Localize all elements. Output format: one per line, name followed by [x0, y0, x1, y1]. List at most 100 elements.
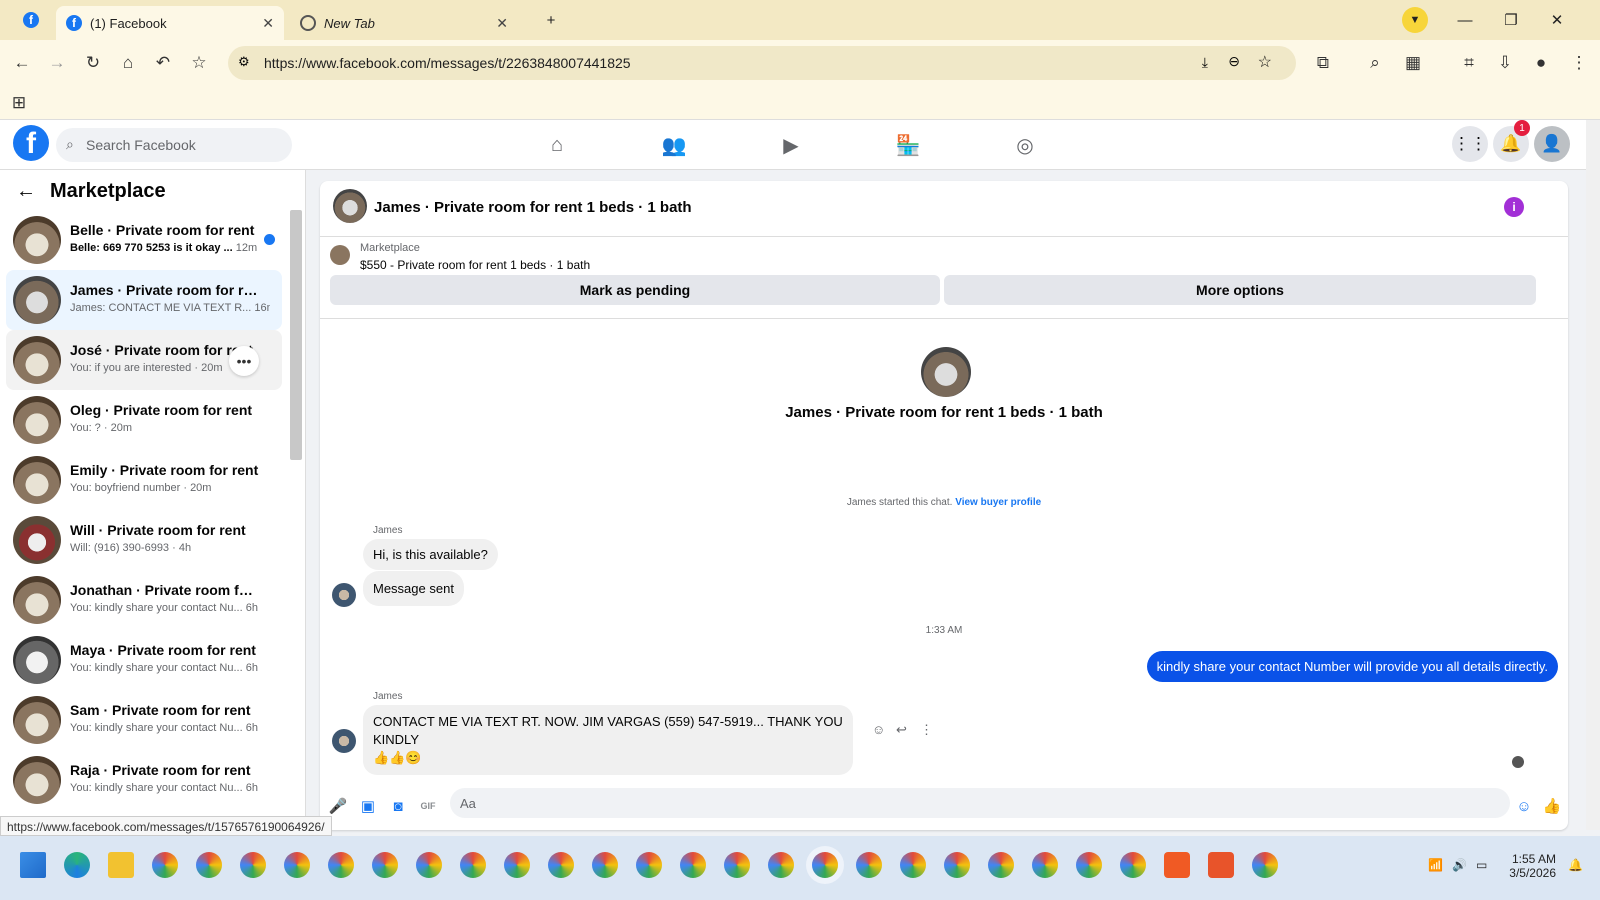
- menu-dots-icon[interactable]: ⋮: [1566, 50, 1592, 76]
- address-bar[interactable]: ⚙ https://www.facebook.com/messages/t/22…: [228, 46, 1296, 80]
- crop-icon[interactable]: ⌗: [1456, 50, 1482, 76]
- minimize-button[interactable]: —: [1442, 0, 1488, 40]
- conversation-item[interactable]: José · Private room for rent You: if you…: [6, 330, 282, 390]
- back-arrow-icon[interactable]: ←: [16, 180, 36, 203]
- tab-search-icon[interactable]: f: [8, 0, 54, 40]
- message-bubble[interactable]: CONTACT ME VIA TEXT RT. NOW. JIM VARGAS …: [363, 705, 853, 775]
- close-tab-icon[interactable]: ✕: [262, 15, 274, 32]
- chrome-icon[interactable]: [504, 852, 530, 878]
- windows-start-icon[interactable]: [20, 852, 46, 878]
- search-input[interactable]: ⌕ Search Facebook: [56, 128, 292, 162]
- search-icon[interactable]: ⌕: [1362, 50, 1388, 76]
- battery-icon[interactable]: ▭: [1476, 858, 1487, 872]
- outgoing-message-bubble[interactable]: kindly share your contact Number will pr…: [1146, 651, 1558, 682]
- home-icon[interactable]: ⌂: [115, 50, 141, 76]
- conversation-item[interactable]: Oleg · Private room for rent You: ? · 20…: [6, 390, 282, 450]
- home-nav-icon[interactable]: ⌂: [543, 131, 571, 159]
- chrome-icon[interactable]: [152, 852, 178, 878]
- view-buyer-profile-link[interactable]: View buyer profile: [955, 497, 1041, 508]
- undo-icon[interactable]: ↶: [150, 50, 176, 76]
- reload-icon[interactable]: ↻: [80, 50, 106, 76]
- profile-icon[interactable]: ●: [1528, 50, 1554, 76]
- back-icon[interactable]: ←: [9, 50, 35, 76]
- qr-code-icon[interactable]: ▦: [1400, 50, 1426, 76]
- site-settings-icon[interactable]: ⚙: [238, 54, 250, 70]
- more-options-button[interactable]: More options: [944, 275, 1536, 305]
- chrome-icon[interactable]: [416, 852, 442, 878]
- chrome-icon[interactable]: [636, 852, 662, 878]
- friends-nav-icon[interactable]: 👥: [660, 131, 688, 159]
- account-avatar[interactable]: 👤: [1534, 126, 1570, 162]
- sidebar-scrollbar[interactable]: [290, 210, 302, 460]
- info-icon[interactable]: i: [1504, 197, 1524, 217]
- volume-icon[interactable]: 🔊: [1452, 858, 1467, 872]
- chrome-icon[interactable]: [768, 852, 794, 878]
- chrome-icon[interactable]: [988, 852, 1014, 878]
- avatar[interactable]: [333, 189, 367, 223]
- chrome-icon[interactable]: [724, 852, 750, 878]
- chrome-icon[interactable]: [1120, 852, 1146, 878]
- chrome-icon[interactable]: [372, 852, 398, 878]
- mark-as-pending-button[interactable]: Mark as pending: [330, 275, 940, 305]
- chrome-icon[interactable]: [548, 852, 574, 878]
- install-app-icon[interactable]: ⤓: [1202, 54, 1208, 71]
- conversation-item[interactable]: Raja · Private room for rent You: kindly…: [6, 750, 282, 810]
- conversation-item-selected[interactable]: James · Private room for rent 1 ... Jame…: [6, 270, 282, 330]
- close-window-button[interactable]: ✕: [1534, 0, 1580, 40]
- chrome-icon[interactable]: [1076, 852, 1102, 878]
- chrome-icon[interactable]: [328, 852, 354, 878]
- more-options-dots-icon[interactable]: •••: [229, 346, 259, 376]
- listing-price[interactable]: $550 - Private room for rent 1 beds · 1 …: [360, 258, 590, 272]
- sticker-icon[interactable]: ◙: [388, 796, 408, 816]
- close-tab-icon[interactable]: ✕: [496, 15, 508, 32]
- conversation-item[interactable]: Maya · Private room for rent You: kindly…: [6, 630, 282, 690]
- bookmark-star-icon[interactable]: ☆: [186, 50, 212, 76]
- wifi-icon[interactable]: 📶: [1428, 858, 1443, 872]
- message-bubble[interactable]: Message sent: [363, 571, 464, 606]
- chrome-icon-active[interactable]: [812, 852, 838, 878]
- menu-grid-icon[interactable]: ⋮⋮: [1452, 126, 1488, 162]
- chrome-icon[interactable]: [944, 852, 970, 878]
- conversation-item[interactable]: Emily · Private room for rent You: boyfr…: [6, 450, 282, 510]
- chrome-icon[interactable]: [284, 852, 310, 878]
- new-tab-button[interactable]: +: [528, 0, 574, 40]
- chrome-icon[interactable]: [856, 852, 882, 878]
- chrome-icon[interactable]: [592, 852, 618, 878]
- notification-bell-icon[interactable]: 🔔: [1568, 858, 1583, 872]
- thumbs-up-icon[interactable]: 👍: [1542, 796, 1562, 816]
- tab-facebook[interactable]: f (1) Facebook ✕: [56, 6, 284, 40]
- chat-title[interactable]: James · Private room for rent 1 beds · 1…: [374, 199, 692, 216]
- file-explorer-icon[interactable]: [108, 852, 134, 878]
- conversation-item[interactable]: Belle · Private room for rent Belle: 669…: [6, 210, 282, 270]
- tab-new-tab[interactable]: New Tab ✕: [290, 6, 518, 40]
- extensions-icon[interactable]: ⧉: [1310, 50, 1336, 76]
- groups-nav-icon[interactable]: ◎: [1011, 131, 1039, 159]
- more-vertical-icon[interactable]: ⋮: [920, 722, 933, 738]
- message-input[interactable]: Aa: [450, 788, 1510, 818]
- conversation-item[interactable]: Jonathan · Private room for rent You: ki…: [6, 570, 282, 630]
- apps-grid-icon[interactable]: ⊞: [6, 90, 32, 116]
- gif-icon[interactable]: GIF: [418, 796, 438, 816]
- message-bubble[interactable]: Hi, is this available?: [363, 539, 498, 570]
- video-nav-icon[interactable]: ▶: [777, 131, 805, 159]
- reply-icon[interactable]: ↩: [896, 722, 907, 738]
- react-emoji-icon[interactable]: ☺: [872, 722, 885, 737]
- photo-icon[interactable]: ▣: [358, 796, 378, 816]
- chrome-icon[interactable]: [1032, 852, 1058, 878]
- restore-button[interactable]: ❐: [1488, 0, 1534, 40]
- system-clock[interactable]: 1:55 AM 3/5/2026: [1498, 852, 1556, 880]
- chrome-icon[interactable]: [460, 852, 486, 878]
- conversation-item[interactable]: Sam · Private room for rent You: kindly …: [6, 690, 282, 750]
- chrome-icon[interactable]: [1252, 852, 1278, 878]
- chrome-icon[interactable]: [196, 852, 222, 878]
- microphone-icon[interactable]: 🎤: [328, 796, 348, 816]
- forward-icon[interactable]: →: [44, 50, 70, 76]
- tab-list-chevron-icon[interactable]: ▼: [1392, 0, 1438, 40]
- brave-icon[interactable]: [1208, 852, 1234, 878]
- chrome-icon[interactable]: [680, 852, 706, 878]
- chrome-icon[interactable]: [240, 852, 266, 878]
- facebook-logo-icon[interactable]: f: [13, 125, 49, 161]
- chrome-icon[interactable]: [900, 852, 926, 878]
- bookmark-page-star-icon[interactable]: ☆: [1258, 52, 1272, 72]
- conversation-item[interactable]: Will · Private room for rent Will: (916)…: [6, 510, 282, 570]
